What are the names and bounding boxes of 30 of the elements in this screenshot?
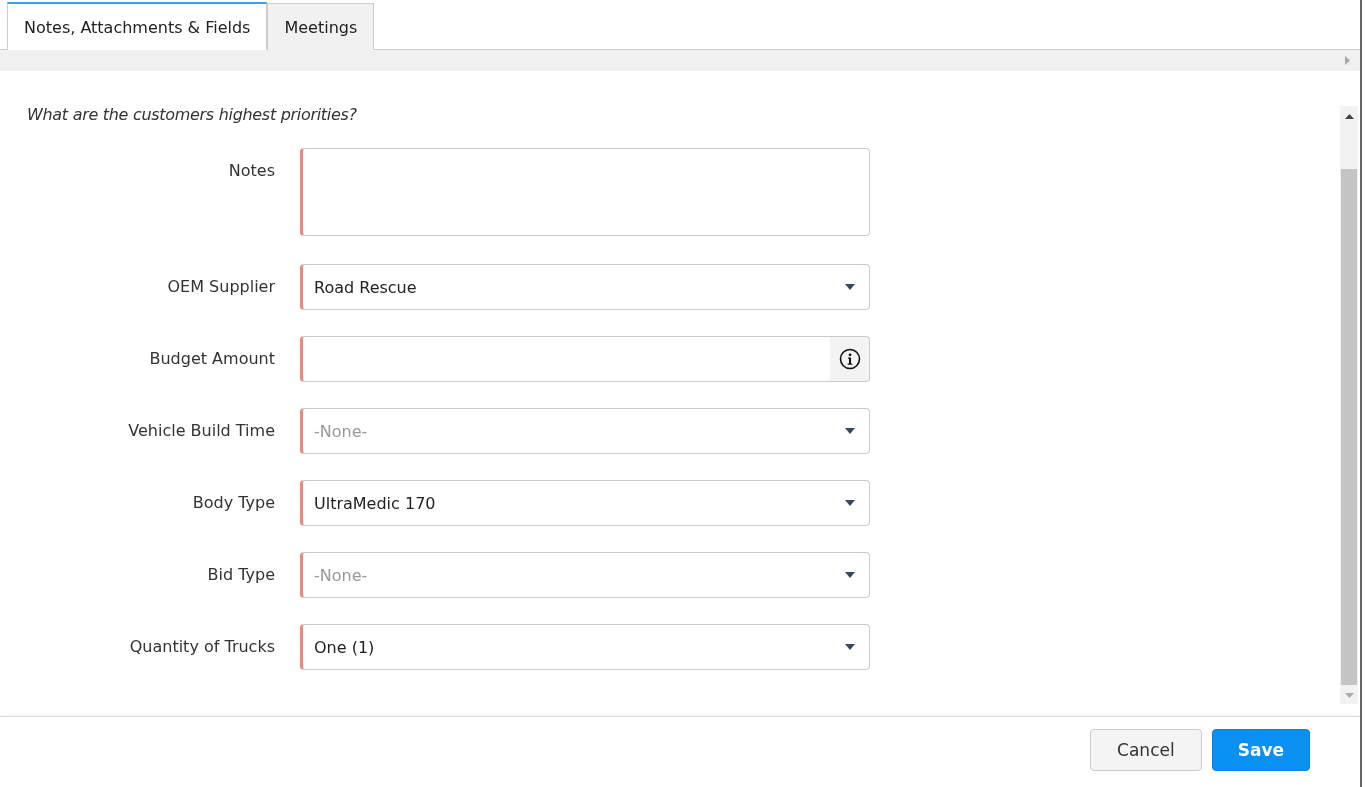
scroll-right-icon[interactable] — [1345, 56, 1350, 65]
field-label: Vehicle Build Time — [127, 420, 276, 442]
tab[interactable]: Notes, Attachments & Fields — [7, 2, 268, 50]
dropdown-field[interactable]: UltraMedic 170 — [300, 480, 870, 526]
field-label: Notes — [227, 160, 276, 182]
field-label: Body Type — [191, 492, 276, 514]
dropdown-placeholder: -None- — [314, 565, 368, 585]
field-label: Quantity of Trucks — [128, 636, 276, 658]
scroll-down-icon[interactable] — [1344, 693, 1354, 698]
caret-icon — [845, 572, 855, 578]
caret-icon — [845, 500, 855, 506]
scroll-up-icon[interactable] — [1344, 114, 1354, 119]
selected-value: One (1) — [314, 637, 375, 657]
cancel-button[interactable]: Cancel — [1090, 729, 1202, 771]
field-label: Bid Type — [206, 564, 276, 586]
notes-textarea[interactable] — [300, 148, 870, 236]
tab[interactable]: Meetings — [267, 3, 375, 50]
selected-value: UltraMedic 170 — [314, 493, 436, 513]
dropdown-placeholder: -None- — [314, 421, 368, 441]
dropdown-field[interactable]: Road Rescue — [300, 264, 870, 310]
dropdown-field[interactable]: One (1) — [300, 624, 870, 670]
vertical-scrollbar[interactable] — [1340, 106, 1358, 704]
caret-icon — [845, 644, 855, 650]
section-question: What are the customers highest priorities? — [27, 105, 358, 124]
caret-icon — [845, 284, 855, 290]
selected-value: Road Rescue — [314, 277, 417, 297]
field-label: OEM Supplier — [166, 276, 276, 298]
scrollbar-thumb[interactable] — [1341, 169, 1357, 685]
caret-icon — [845, 428, 855, 434]
field-label: Budget Amount — [148, 348, 276, 370]
